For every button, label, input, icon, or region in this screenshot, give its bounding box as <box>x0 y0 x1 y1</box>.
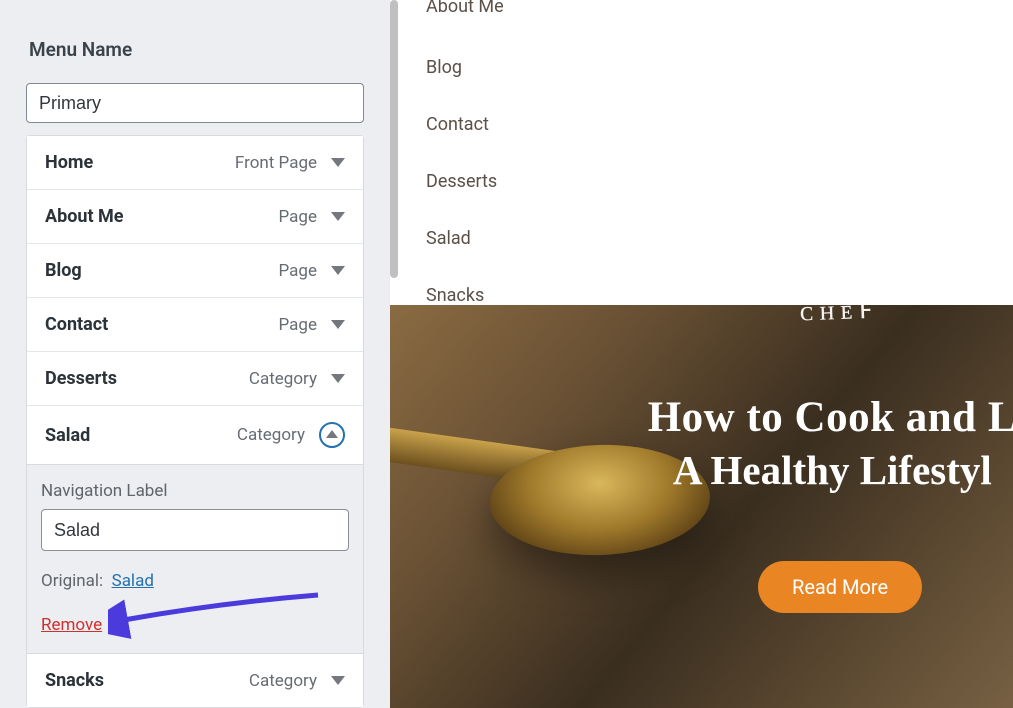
hero-line2: A Healthy Lifestyl <box>648 446 1013 494</box>
chevron-down-icon[interactable] <box>331 676 345 685</box>
menu-item-type: Category <box>249 671 317 691</box>
nav-item[interactable]: Salad <box>426 210 1013 267</box>
original-label: Original: <box>41 571 103 591</box>
original-row: Original: Salad <box>41 571 349 591</box>
chevron-up-icon <box>326 430 338 438</box>
brand-logo-text: ᴄʜᴇꜰ <box>799 305 879 328</box>
menu-item-about-me[interactable]: About Me Page <box>27 190 363 244</box>
menu-item-desserts[interactable]: Desserts Category <box>27 352 363 406</box>
chevron-down-icon[interactable] <box>331 374 345 383</box>
chevron-down-icon[interactable] <box>331 320 345 329</box>
menu-item-type: Page <box>279 315 317 335</box>
menu-item-type: Front Page <box>235 153 317 173</box>
menu-item-snacks[interactable]: Snacks Category <box>27 654 363 707</box>
hero-line1: How to Cook and L <box>648 393 1013 442</box>
hero-section: ᴄʜᴇꜰ How to Cook and L A Healthy Lifesty… <box>390 305 1013 708</box>
menu-name-heading: Menu Name <box>29 38 364 61</box>
menu-name-input[interactable] <box>26 83 364 123</box>
nav-item[interactable]: Desserts <box>426 153 1013 210</box>
menu-item-label: Snacks <box>45 670 104 691</box>
menu-item-label: Home <box>45 152 93 173</box>
menu-item-label: About Me <box>45 206 124 227</box>
read-more-button[interactable]: Read More <box>758 561 922 613</box>
navigation-label-heading: Navigation Label <box>41 481 349 501</box>
menu-item-home[interactable]: Home Front Page <box>27 136 363 190</box>
preview-nav: About Me Blog Contact Desserts Salad Sna… <box>390 0 1013 324</box>
collapse-toggle[interactable] <box>319 422 345 448</box>
menu-item-contact[interactable]: Contact Page <box>27 298 363 352</box>
site-preview: About Me Blog Contact Desserts Salad Sna… <box>390 0 1013 708</box>
chevron-down-icon[interactable] <box>331 212 345 221</box>
menu-item-type: Category <box>237 425 305 445</box>
menu-items-list: Home Front Page About Me Page Blog Page … <box>26 135 364 708</box>
preview-scrollbar[interactable] <box>390 0 398 278</box>
menu-item-label: Blog <box>45 260 82 281</box>
menu-item-type: Page <box>279 207 317 227</box>
customizer-sidebar: Menu Name Home Front Page About Me Page … <box>0 0 390 708</box>
chevron-down-icon[interactable] <box>331 158 345 167</box>
menu-item-type: Category <box>249 369 317 389</box>
remove-link[interactable]: Remove <box>41 615 102 635</box>
nav-item[interactable]: Contact <box>426 96 1013 153</box>
menu-item-salad[interactable]: Salad Category <box>27 406 363 465</box>
menu-item-expanded-panel: Navigation Label Original: Salad Remove <box>27 465 363 654</box>
menu-item-label: Desserts <box>45 368 117 389</box>
navigation-label-input[interactable] <box>41 509 349 551</box>
hero-headline: How to Cook and L A Healthy Lifestyl <box>648 393 1013 494</box>
menu-item-label: Salad <box>45 425 90 446</box>
original-link[interactable]: Salad <box>112 571 154 591</box>
nav-item[interactable]: About Me <box>426 0 1013 35</box>
menu-item-label: Contact <box>45 314 108 335</box>
nav-item[interactable]: Blog <box>426 39 1013 96</box>
menu-item-type: Page <box>279 261 317 281</box>
chevron-down-icon[interactable] <box>331 266 345 275</box>
menu-item-blog[interactable]: Blog Page <box>27 244 363 298</box>
